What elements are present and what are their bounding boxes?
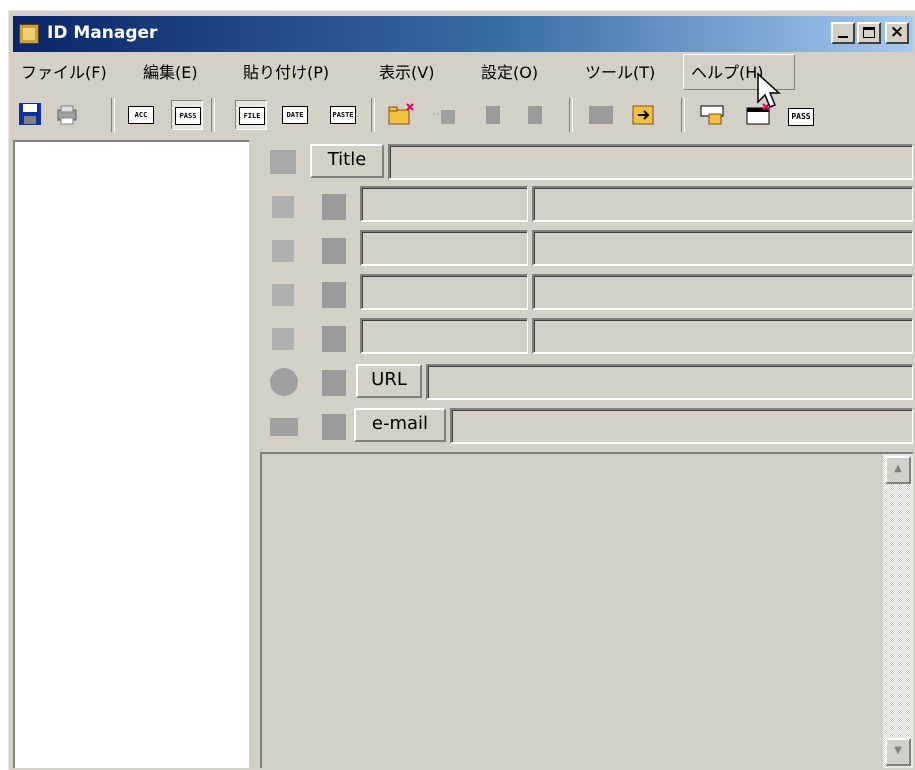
id-folder-icon (589, 106, 613, 124)
title-label-button[interactable]: Title (310, 144, 384, 178)
field-3-label[interactable] (360, 274, 528, 310)
document-icon (528, 106, 542, 124)
copy-icon[interactable] (272, 240, 294, 262)
transfer-button[interactable] (627, 100, 659, 130)
field-3-value[interactable] (532, 274, 913, 310)
toolbar-separator (371, 98, 375, 132)
menu-settings[interactable]: 設定(O) (481, 60, 538, 86)
pass-icon: PASS +++ (175, 107, 201, 125)
password-clip-icon[interactable] (322, 238, 346, 264)
copy-item-button[interactable] (477, 100, 509, 130)
url-field[interactable] (426, 364, 913, 400)
globe-icon[interactable] (270, 368, 298, 396)
copy-icon[interactable] (272, 284, 294, 306)
vertical-scrollbar[interactable]: ▲ ▼ (883, 454, 913, 768)
window-title: ID Manager (47, 23, 158, 43)
paste-date-button[interactable]: DATE (279, 100, 311, 130)
paste-icon: PASTE (330, 106, 356, 124)
notes-textarea[interactable]: ▲ ▼ (260, 452, 913, 768)
app-icon[interactable] (19, 24, 39, 44)
new-folder-icon (388, 103, 414, 125)
new-item-button[interactable] (429, 100, 461, 130)
copy-icon[interactable] (272, 328, 294, 350)
copy-icon[interactable] (272, 196, 294, 218)
field-1-value[interactable] (532, 186, 913, 222)
menu-paste[interactable]: 貼り付け(P) (243, 60, 329, 86)
clip-icon[interactable] (322, 414, 346, 440)
floppy-disk-icon (19, 103, 41, 125)
close-icon: × (889, 22, 905, 42)
mail-icon[interactable] (270, 418, 298, 436)
toolbar-separator (569, 98, 573, 132)
field-2-label[interactable] (360, 230, 528, 266)
splitter[interactable] (249, 140, 259, 768)
maximize-icon (863, 27, 875, 38)
scroll-down-button[interactable]: ▼ (885, 738, 911, 766)
id-clip-icon[interactable] (322, 194, 346, 220)
printer-icon (57, 105, 77, 125)
password-generate-button[interactable]: PASS +++ (171, 100, 203, 130)
id-card-icon (270, 150, 296, 174)
print-button[interactable] (51, 100, 83, 130)
menu-edit[interactable]: 編集(E) (143, 60, 198, 86)
email-field[interactable] (450, 408, 913, 444)
date-icon: DATE (282, 106, 308, 124)
scroll-up-button[interactable]: ▲ (885, 456, 911, 484)
pass-window-icon: PASS (788, 108, 814, 126)
minimize-button[interactable] (831, 22, 855, 44)
file-icon: FILE (239, 107, 265, 125)
tree-panel[interactable] (13, 140, 249, 768)
field-2-value[interactable] (532, 230, 913, 266)
toolbar-separator (211, 98, 215, 132)
url-label-button[interactable]: URL (356, 364, 422, 398)
acc-icon: ACC +++ (128, 106, 154, 124)
minimize-icon (838, 36, 848, 38)
account-generate-button[interactable]: ACC +++ (125, 100, 157, 130)
field-4-label[interactable] (360, 318, 528, 354)
clip-icon[interactable] (322, 282, 346, 308)
title-field[interactable] (388, 144, 913, 180)
save-button[interactable] (15, 100, 47, 130)
document-icon (486, 106, 500, 124)
title-bar[interactable]: ID Manager × (13, 16, 913, 52)
field-4-value[interactable] (532, 318, 913, 354)
new-item-icon (433, 110, 455, 124)
menu-tools[interactable]: ツール(T) (585, 60, 655, 86)
lock-button[interactable] (697, 100, 729, 130)
field-1-label[interactable] (360, 186, 528, 222)
delete-item-button[interactable] (519, 100, 551, 130)
password-window-button[interactable]: PASS (785, 100, 817, 130)
transfer-icon (632, 105, 654, 125)
new-folder-button[interactable] (385, 100, 417, 130)
lock-icon (700, 105, 724, 125)
menu-file[interactable]: ファイル(F) (21, 60, 107, 86)
paste-button[interactable]: PASTE (327, 100, 359, 130)
menu-help[interactable]: ヘルプ(H) (691, 60, 764, 86)
maximize-button[interactable] (857, 22, 881, 44)
close-button[interactable]: × (885, 22, 909, 44)
id-export-button[interactable] (585, 100, 617, 130)
toolbar-separator (111, 98, 115, 132)
mouse-cursor-icon (757, 72, 781, 108)
clip-icon[interactable] (322, 326, 346, 352)
toolbar-separator (681, 98, 685, 132)
menu-view[interactable]: 表示(V) (379, 60, 434, 86)
paste-file-button[interactable]: FILE (235, 100, 267, 130)
email-label-button[interactable]: e-mail (354, 408, 446, 442)
clip-icon[interactable] (322, 370, 346, 396)
